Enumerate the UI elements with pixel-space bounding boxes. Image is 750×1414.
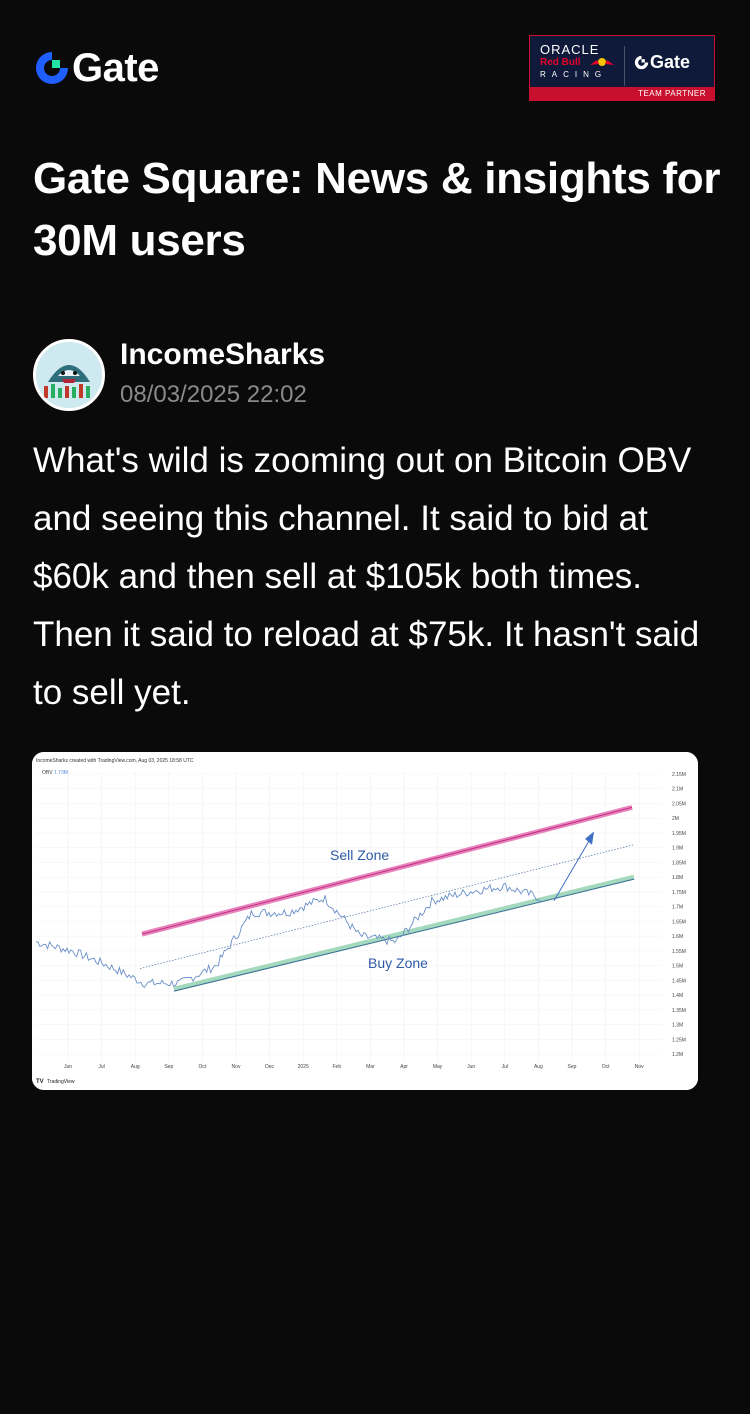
tradingview-logo-icon: TV <box>36 1079 44 1085</box>
redbull-bull-icon <box>590 58 614 66</box>
y-tick-label: 1.9M <box>672 846 683 852</box>
partner-gate-icon <box>634 55 649 70</box>
y-tick-label: 1.65M <box>672 919 686 925</box>
x-tick-label: Feb <box>332 1064 341 1070</box>
y-tick-label: 1.2M <box>672 1052 683 1058</box>
y-tick-label: 1.95M <box>672 831 686 837</box>
x-tick-label: Sep <box>164 1064 173 1070</box>
author-name[interactable]: IncomeSharks <box>120 337 325 373</box>
y-tick-label: 2.1M <box>672 787 683 793</box>
gate-logo-icon <box>36 52 68 84</box>
x-tick-label: Jun <box>64 1064 72 1070</box>
avatar[interactable] <box>33 338 105 411</box>
x-tick-label: Sep <box>568 1064 577 1070</box>
y-tick-label: 1.85M <box>672 860 686 866</box>
gate-logo[interactable]: Gate <box>34 48 159 88</box>
y-tick-label: 2M <box>672 816 679 822</box>
shark-avatar-icon <box>36 341 102 408</box>
partner-divider <box>624 46 625 86</box>
gate-logo-text: Gate <box>72 46 159 90</box>
tradingview-watermark: TV TradingView <box>36 1079 75 1085</box>
y-tick-label: 1.7M <box>672 905 683 911</box>
x-tick-label: Jul <box>98 1064 104 1070</box>
y-tick-label: 2.15M <box>672 772 686 778</box>
x-tick-label: Nov <box>232 1064 241 1070</box>
post-timestamp: 08/03/2025 22:02 <box>120 381 307 408</box>
x-tick-label: Jun <box>467 1064 475 1070</box>
racing-wordmark: RACING <box>540 70 608 79</box>
x-tick-label: 2025 <box>298 1064 309 1070</box>
y-tick-label: 1.25M <box>672 1037 686 1043</box>
redbull-wordmark: Red Bull <box>540 57 581 68</box>
y-tick-label: 1.75M <box>672 890 686 896</box>
x-tick-label: Oct <box>602 1064 610 1070</box>
y-tick-label: 1.35M <box>672 1008 686 1014</box>
indicator-value: 1.73M <box>54 770 68 776</box>
y-tick-label: 1.6M <box>672 934 683 940</box>
chart-credit: IncomeSharks created with TradingView.co… <box>36 758 194 764</box>
top-header: Gate ORACLE Red Bull RACING Gate TEAM PA… <box>0 0 750 110</box>
team-partner-banner[interactable]: ORACLE Red Bull RACING Gate TEAM PARTNER <box>529 35 715 101</box>
y-tick-label: 1.8M <box>672 875 683 881</box>
page-title: Gate Square: News & insights for 30M use… <box>33 154 721 265</box>
y-tick-label: 1.4M <box>672 993 683 999</box>
x-tick-label: May <box>433 1064 443 1070</box>
y-tick-label: 1.45M <box>672 978 686 984</box>
y-tick-label: 1.3M <box>672 1023 683 1029</box>
x-tick-label: Aug <box>131 1064 140 1070</box>
x-tick-label: Nov <box>635 1064 644 1070</box>
obv-chart: IncomeSharks created with TradingView.co… <box>32 752 698 1090</box>
chart-image[interactable]: IncomeSharks created with TradingView.co… <box>32 752 698 1090</box>
y-tick-label: 1.5M <box>672 964 683 970</box>
y-tick-label: 1.55M <box>672 949 686 955</box>
x-tick-label: Mar <box>366 1064 375 1070</box>
post-body: What's wild is zooming out on Bitcoin OB… <box>33 441 700 712</box>
x-tick-label: Aug <box>534 1064 543 1070</box>
x-tick-label: Apr <box>400 1064 408 1070</box>
y-tick-label: 2.05M <box>672 801 686 807</box>
x-tick-label: Oct <box>199 1064 207 1070</box>
post-author[interactable]: IncomeSharks 08/03/2025 22:02 <box>33 337 325 412</box>
x-tick-label: Dec <box>265 1064 274 1070</box>
indicator-name: OBV <box>42 770 53 776</box>
sell-zone-label: Sell Zone <box>330 847 389 863</box>
buy-zone-label: Buy Zone <box>368 955 428 971</box>
tradingview-text: TradingView <box>47 1079 75 1085</box>
partner-gate-text: Gate <box>650 52 691 72</box>
partner-gate-logo: Gate <box>634 52 690 73</box>
team-partner-label: TEAM PARTNER <box>530 87 714 100</box>
x-tick-label: Jul <box>502 1064 508 1070</box>
